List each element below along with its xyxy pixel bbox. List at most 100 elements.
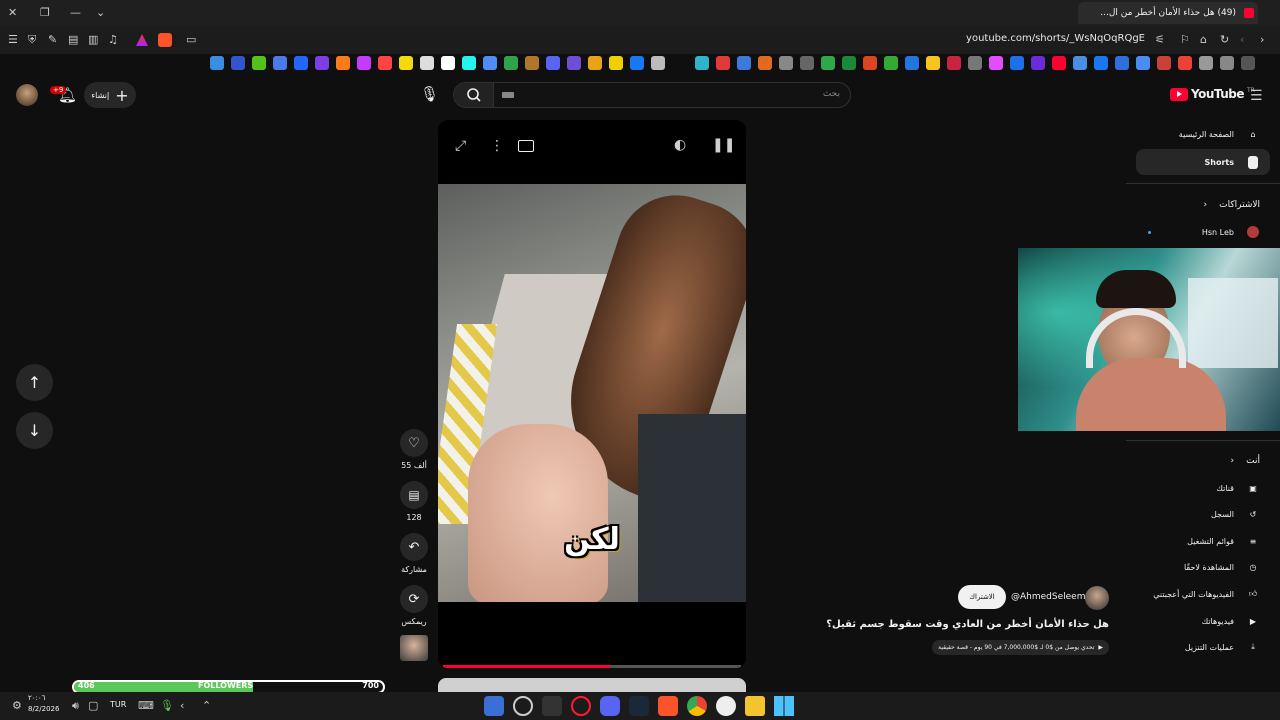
bookmark-45-icon[interactable] xyxy=(1157,56,1171,70)
bookmark-6-icon[interactable] xyxy=(315,56,329,70)
home-browser-icon[interactable]: ⌂ xyxy=(1200,33,1207,46)
progress-bar[interactable] xyxy=(443,665,741,668)
like-action[interactable]: ♡ 55 ألف xyxy=(400,429,428,470)
bookmark-25-icon[interactable] xyxy=(737,56,751,70)
bookmark-33-icon[interactable] xyxy=(905,56,919,70)
bookmark-4-icon[interactable] xyxy=(273,56,287,70)
fullscreen-icon[interactable]: ⤢ xyxy=(455,138,466,154)
microphone-tray-icon[interactable]: 🎙︎ xyxy=(160,699,174,712)
sidebar-item-hsn-leb[interactable]: Hsn Leb xyxy=(1202,219,1260,245)
bookmark-32-icon[interactable] xyxy=(884,56,898,70)
sound-thumbnail[interactable] xyxy=(400,635,428,661)
bookmark-31-icon[interactable] xyxy=(863,56,877,70)
keyboard-language[interactable]: TUR xyxy=(110,700,126,709)
bookmark-47-icon[interactable] xyxy=(1199,56,1213,70)
bookmark-49-icon[interactable] xyxy=(1241,56,1255,70)
sidebar-item-watch-later[interactable]: ◷ المشاهدة لاحقًا xyxy=(1184,554,1260,580)
bookmark-35-icon[interactable] xyxy=(947,56,961,70)
remix-button[interactable]: ⟳ xyxy=(400,585,428,613)
steam-icon[interactable] xyxy=(629,696,649,716)
bookmark-8-icon[interactable] xyxy=(357,56,371,70)
bookmark-icon[interactable]: ⚐ xyxy=(1180,33,1190,46)
sidebar-item-home[interactable]: ⌂ الصفحة الرئيسية xyxy=(1179,121,1260,147)
bookmark-11-icon[interactable] xyxy=(420,56,434,70)
bookmark-46-icon[interactable] xyxy=(1178,56,1192,70)
bookmark-38-icon[interactable] xyxy=(1010,56,1024,70)
app-9-icon[interactable] xyxy=(716,696,736,716)
pause-icon[interactable]: ❚❚ xyxy=(712,137,735,153)
reload-icon[interactable]: ↻ xyxy=(1220,33,1229,46)
hamburger-menu-icon[interactable]: ☰ xyxy=(1250,88,1263,104)
more-options-icon[interactable]: ⋮ xyxy=(490,138,504,154)
settings-gear-icon[interactable]: ⚙ xyxy=(12,699,22,712)
search-input[interactable]: بحث xyxy=(823,89,840,99)
bookmark-3-icon[interactable] xyxy=(252,56,266,70)
bookmark-19-icon[interactable] xyxy=(588,56,602,70)
previous-short-button[interactable]: ↑ xyxy=(16,364,53,401)
sidebar-item-history[interactable]: ↺ السجل xyxy=(1211,501,1260,527)
bookmark-20-icon[interactable] xyxy=(609,56,623,70)
bookmark-7-icon[interactable] xyxy=(336,56,350,70)
comments-button[interactable]: ▤ xyxy=(400,481,428,509)
search-box[interactable]: بحث xyxy=(453,82,851,108)
keyboard-icon[interactable] xyxy=(502,92,514,98)
next-short-preview[interactable] xyxy=(438,678,746,692)
next-short-button[interactable]: ↓ xyxy=(16,412,53,449)
pin-icon[interactable]: ✎ xyxy=(48,33,57,46)
restore-window-icon[interactable]: ❐ xyxy=(40,6,50,19)
share-action[interactable]: ↶ مشاركة xyxy=(400,533,428,574)
sidebar-item-playlists[interactable]: ≡ قوائم التشغيل xyxy=(1187,528,1260,554)
microphone-icon[interactable]: 🎙︎ xyxy=(420,85,439,103)
bookmark-9-icon[interactable] xyxy=(378,56,392,70)
back-icon[interactable]: › xyxy=(1260,33,1264,46)
app-1-icon[interactable] xyxy=(484,696,504,716)
bookmark-48-icon[interactable] xyxy=(1220,56,1234,70)
minimize-window-icon[interactable]: — xyxy=(70,6,81,19)
sidebar-item-liked[interactable]: 👍︎ الفيديوهات التي أعجبتني xyxy=(1153,581,1260,607)
bookmark-28-icon[interactable] xyxy=(800,56,814,70)
bookmark-42-icon[interactable] xyxy=(1094,56,1108,70)
bookmark-29-icon[interactable] xyxy=(821,56,835,70)
opera-icon[interactable] xyxy=(571,696,591,716)
you-header[interactable]: أنت ‹ xyxy=(1231,448,1260,474)
bookmark-40-icon[interactable] xyxy=(1052,56,1066,70)
bookmark-12-icon[interactable] xyxy=(441,56,455,70)
epic-games-icon[interactable] xyxy=(542,696,562,716)
chrome-icon[interactable] xyxy=(687,696,707,716)
create-button[interactable]: إنشاء + xyxy=(84,82,136,108)
app-2-icon[interactable] xyxy=(513,696,533,716)
bookmark-23-icon[interactable] xyxy=(695,56,709,70)
bookmark-18-icon[interactable] xyxy=(567,56,581,70)
remix-action[interactable]: ⟳ ريمكس xyxy=(400,585,428,626)
subscriptions-header[interactable]: الاشتراكات ‹ xyxy=(1204,192,1260,218)
bookmark-30-icon[interactable] xyxy=(842,56,856,70)
brave-shield-icon[interactable] xyxy=(158,33,172,47)
bookmark-37-icon[interactable] xyxy=(989,56,1003,70)
discord-icon[interactable] xyxy=(600,696,620,716)
volume-icon[interactable]: ◐ xyxy=(674,137,686,153)
bookmark-14-icon[interactable] xyxy=(483,56,497,70)
shield-icon[interactable]: ⛨ xyxy=(28,33,36,47)
url-field[interactable]: youtube.com/shorts/_WsNqOqRQgE xyxy=(966,33,1145,44)
bookmark-1-icon[interactable] xyxy=(210,56,224,70)
sidebar-item-channel[interactable]: ▣ قناتك xyxy=(1216,475,1260,501)
channel-avatar[interactable] xyxy=(1085,586,1109,610)
close-window-icon[interactable]: ✕ xyxy=(8,6,17,19)
captions-icon[interactable] xyxy=(518,140,534,152)
sidebar-item-downloads[interactable]: ⤓ عمليات التنزيل xyxy=(1185,634,1260,660)
bookmark-22-icon[interactable] xyxy=(651,56,665,70)
video-frame[interactable]: لكن xyxy=(438,184,746,602)
bookmark-15-icon[interactable] xyxy=(504,56,518,70)
comments-action[interactable]: ▤ 128 xyxy=(400,481,428,522)
bookmark-17-icon[interactable] xyxy=(546,56,560,70)
sidebar-icon[interactable]: ▥ xyxy=(88,33,98,46)
avatar[interactable] xyxy=(16,84,38,106)
music-icon[interactable]: ♫ xyxy=(108,33,118,46)
brave-icon[interactable] xyxy=(658,696,678,716)
share-button[interactable]: ↶ xyxy=(400,533,428,561)
file-explorer-icon[interactable] xyxy=(745,696,765,716)
cast-icon[interactable]: ▭ xyxy=(186,33,196,46)
youtube-logo[interactable]: YouTube TR xyxy=(1170,87,1255,101)
show-hidden-icons-icon[interactable]: ⌃ xyxy=(202,699,211,712)
bookmark-43-icon[interactable] xyxy=(1115,56,1129,70)
